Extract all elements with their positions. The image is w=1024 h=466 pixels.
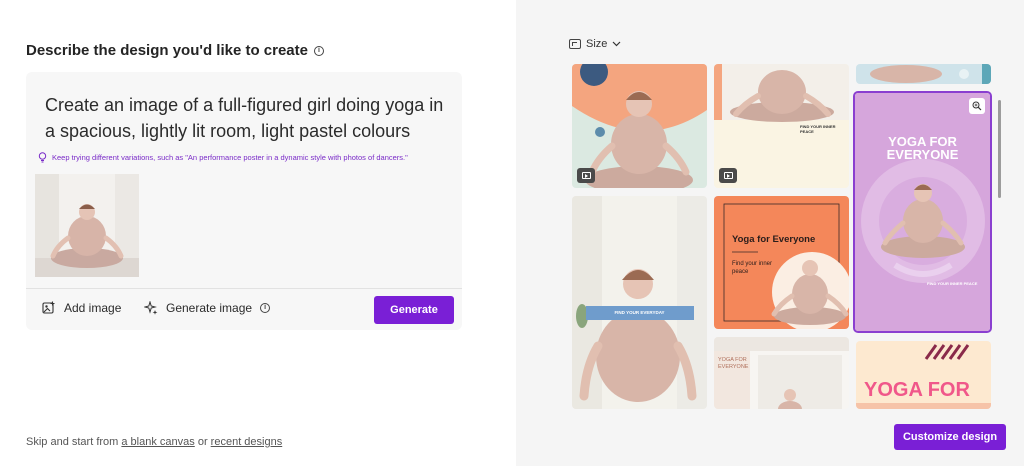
info-icon[interactable]: i: [314, 45, 324, 56]
generate-image-button[interactable]: Generate image i: [144, 301, 271, 315]
design-card[interactable]: YOGA FOR: [856, 341, 991, 409]
prompt-panel: Describe the design you'd like to create…: [0, 0, 516, 466]
design-card[interactable]: [572, 64, 707, 188]
skip-prefix-text: Skip and start from: [26, 436, 122, 448]
yoga-photo-thumbnail: [35, 174, 139, 277]
prompt-card: Create an image of a full-figured girl d…: [26, 72, 462, 330]
card-title: Yoga for Everyone: [732, 234, 816, 245]
zoom-in-icon: [972, 101, 982, 111]
blank-canvas-link[interactable]: a blank canvas: [121, 436, 194, 448]
card-banner: FIND YOUR EVERYDAY: [614, 310, 665, 315]
resize-icon: [569, 39, 581, 49]
add-image-icon: [42, 301, 55, 314]
zoom-button[interactable]: [969, 98, 985, 114]
design-thumbnail: [572, 196, 707, 409]
results-panel: Size FIND YOUR INNER PEACE YOGA FOR EVER…: [516, 0, 1024, 466]
size-label: Size: [586, 38, 608, 50]
or-text: or: [194, 436, 211, 448]
video-badge: [577, 168, 595, 183]
chevron-down-icon: [612, 41, 621, 47]
gallery-scrollbar[interactable]: [998, 100, 1001, 198]
prompt-input[interactable]: Create an image of a full-figured girl d…: [45, 92, 455, 144]
design-card[interactable]: Yoga for Everyone Find your inner peace: [714, 196, 849, 329]
skip-line: Skip and start from a blank canvas or re…: [26, 436, 282, 448]
generate-image-label: Generate image: [166, 301, 253, 315]
play-icon: [581, 172, 591, 179]
design-gallery: FIND YOUR INNER PEACE YOGA FOR EVERYONE …: [572, 64, 992, 409]
lightbulb-icon: [38, 152, 47, 163]
card-caption: FIND YOUR INNER PEACE: [800, 124, 836, 134]
sparkle-icon: [144, 301, 158, 315]
design-thumbnail: [856, 64, 991, 84]
card-title-line-1: YOGA FOR: [718, 357, 747, 363]
recent-designs-link[interactable]: recent designs: [211, 436, 283, 448]
info-icon[interactable]: i: [260, 303, 271, 313]
card-title-line-2: EVERYONE: [718, 364, 749, 370]
card-title: YOGA FOR EVERYONE: [855, 135, 990, 161]
play-icon: [723, 172, 733, 179]
uploaded-image-thumbnail[interactable]: [35, 174, 139, 277]
size-dropdown[interactable]: Size: [569, 38, 621, 50]
customize-design-button[interactable]: Customize design: [894, 424, 1006, 450]
design-card-selected[interactable]: YOGA FOR EVERYONE FIND YOUR INNER PEACE: [853, 91, 992, 333]
card-title: YOGA FOR: [864, 379, 970, 401]
page-title: Describe the design you'd like to create…: [26, 42, 324, 59]
divider: [26, 288, 462, 289]
design-card[interactable]: [856, 64, 991, 84]
suggestion-tip-text: Keep trying different variations, such a…: [52, 153, 408, 162]
design-card[interactable]: FIND YOUR INNER PEACE: [714, 64, 849, 188]
design-card[interactable]: FIND YOUR EVERYDAY: [572, 196, 707, 409]
card-caption: FIND YOUR INNER PEACE: [927, 281, 978, 286]
card-title: YOGA FOR EVERYONE: [718, 357, 748, 371]
video-badge: [719, 168, 737, 183]
design-card[interactable]: YOGA FOR EVERYONE: [714, 337, 849, 409]
suggestion-tip: Keep trying different variations, such a…: [38, 152, 408, 163]
add-image-label: Add image: [64, 301, 122, 315]
card-title-line-2: EVERYONE: [886, 147, 959, 162]
generate-button[interactable]: Generate: [374, 296, 454, 324]
card-subtitle: Find your inner peace: [732, 261, 773, 275]
design-thumbnail: [855, 93, 990, 331]
page-title-text: Describe the design you'd like to create: [26, 42, 308, 59]
design-thumbnail: [714, 337, 849, 409]
add-image-button[interactable]: Add image: [42, 301, 121, 315]
